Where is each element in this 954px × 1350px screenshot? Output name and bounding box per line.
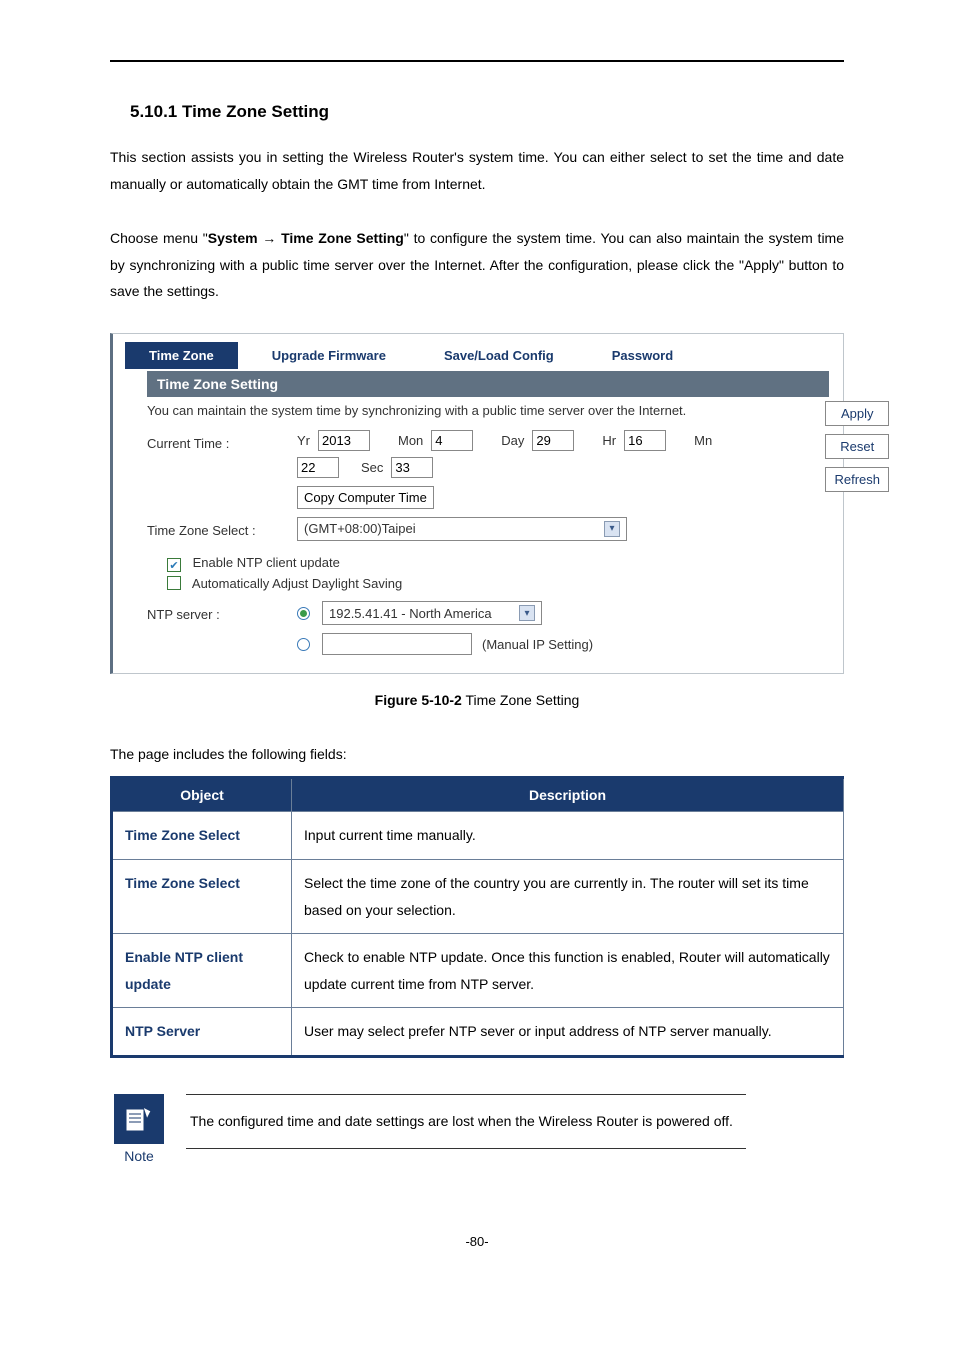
- day-label: Day: [501, 433, 524, 448]
- cell-description: Input current time manually.: [292, 812, 844, 860]
- tab-password[interactable]: Password: [588, 342, 697, 369]
- text: Choose menu ": [110, 230, 208, 246]
- table-row: Enable NTP client update Check to enable…: [112, 934, 844, 1008]
- cell-description: User may select prefer NTP sever or inpu…: [292, 1008, 844, 1057]
- fields-table: Object Description Time Zone Select Inpu…: [110, 776, 844, 1058]
- year-input[interactable]: [318, 430, 370, 451]
- reset-button[interactable]: Reset: [825, 434, 889, 459]
- table-row: NTP Server User may select prefer NTP se…: [112, 1008, 844, 1057]
- tab-time-zone[interactable]: Time Zone: [125, 342, 238, 369]
- manual-ip-label: (Manual IP Setting): [482, 637, 593, 652]
- cell-object: Time Zone Select: [112, 812, 292, 860]
- tab-upgrade-firmware[interactable]: Upgrade Firmware: [248, 342, 410, 369]
- th-object: Object: [112, 778, 292, 812]
- page-number: -80-: [110, 1234, 844, 1249]
- table-row: Time Zone Select Select the time zone of…: [112, 860, 844, 934]
- ntp-manual-radio[interactable]: [297, 638, 310, 651]
- tab-save-load-config[interactable]: Save/Load Config: [420, 342, 578, 369]
- ntp-server-select[interactable]: 192.5.41.41 - North America ▾: [322, 601, 542, 625]
- figure-title: Time Zone Setting: [462, 692, 580, 708]
- ntp-server-label: NTP server :: [147, 601, 297, 622]
- apply-button[interactable]: Apply: [825, 401, 889, 426]
- figure-caption: Figure 5-10-2 Time Zone Setting: [110, 692, 844, 708]
- ntp-server-value: 192.5.41.41 - North America: [329, 606, 492, 621]
- note-icon-container: Note: [110, 1094, 168, 1164]
- intro-paragraph-1: This section assists you in setting the …: [110, 144, 844, 197]
- figure-number: Figure 5-10-2: [375, 692, 462, 708]
- cell-object: Time Zone Select: [112, 860, 292, 934]
- month-label: Mon: [398, 433, 423, 448]
- current-time-row: Current Time : Yr Mon Day Hr: [147, 430, 829, 509]
- note-icon: [114, 1094, 164, 1144]
- section-heading: 5.10.1 Time Zone Setting: [130, 102, 844, 122]
- note-label: Note: [110, 1148, 168, 1164]
- month-input[interactable]: [431, 430, 473, 451]
- note-text: The configured time and date settings ar…: [186, 1094, 746, 1149]
- timezone-value: (GMT+08:00)Taipei: [304, 521, 416, 536]
- cell-object: NTP Server: [112, 1008, 292, 1057]
- ntp-server-row: NTP server : 192.5.41.41 - North America…: [147, 601, 829, 655]
- enable-ntp-label: Enable NTP client update: [193, 555, 340, 570]
- note-block: Note The configured time and date settin…: [110, 1094, 844, 1164]
- hour-input[interactable]: [624, 430, 666, 451]
- ntp-preset-radio[interactable]: [297, 607, 310, 620]
- second-input[interactable]: [391, 457, 433, 478]
- tab-bar: Time Zone Upgrade Firmware Save/Load Con…: [113, 334, 843, 369]
- screenshot-panel: Time Zone Upgrade Firmware Save/Load Con…: [110, 333, 844, 675]
- table-row: Time Zone Select Input current time manu…: [112, 812, 844, 860]
- panel-description: You can maintain the system time by sync…: [147, 403, 829, 418]
- timezone-select-row: Time Zone Select : (GMT+08:00)Taipei ▾: [147, 517, 829, 541]
- minute-label: Mn: [694, 433, 712, 448]
- ntp-manual-input[interactable]: [322, 633, 472, 655]
- refresh-button[interactable]: Refresh: [825, 467, 889, 492]
- second-label: Sec: [361, 460, 383, 475]
- copy-computer-time-button[interactable]: Copy Computer Time: [297, 486, 434, 509]
- cell-description: Check to enable NTP update. Once this fu…: [292, 934, 844, 1008]
- auto-dst-label: Automatically Adjust Daylight Saving: [192, 576, 402, 591]
- arrow-icon: →: [258, 230, 282, 246]
- auto-dst-checkbox[interactable]: [167, 576, 181, 590]
- panel-title: Time Zone Setting: [147, 371, 829, 397]
- cell-description: Select the time zone of the country you …: [292, 860, 844, 934]
- cell-object: Enable NTP client update: [112, 934, 292, 1008]
- menu-path-timezone: Time Zone Setting: [281, 230, 404, 246]
- intro-paragraph-2: Choose menu "System → Time Zone Setting"…: [110, 225, 844, 305]
- day-input[interactable]: [532, 430, 574, 451]
- th-description: Description: [292, 778, 844, 812]
- fields-intro: The page includes the following fields:: [110, 746, 844, 762]
- menu-path-system: System: [208, 230, 258, 246]
- enable-ntp-row: ✔ Enable NTP client update: [167, 555, 829, 573]
- auto-dst-row: Automatically Adjust Daylight Saving: [167, 576, 829, 591]
- timezone-select-label: Time Zone Select :: [147, 517, 297, 538]
- minute-input[interactable]: [297, 457, 339, 478]
- chevron-down-icon: ▾: [604, 521, 620, 537]
- year-label: Yr: [297, 433, 310, 448]
- timezone-select[interactable]: (GMT+08:00)Taipei ▾: [297, 517, 627, 541]
- chevron-down-icon: ▾: [519, 605, 535, 621]
- panel-body: Apply Reset Refresh You can maintain the…: [147, 403, 829, 656]
- hour-label: Hr: [602, 433, 616, 448]
- enable-ntp-checkbox[interactable]: ✔: [167, 558, 181, 572]
- current-time-label: Current Time :: [147, 430, 297, 451]
